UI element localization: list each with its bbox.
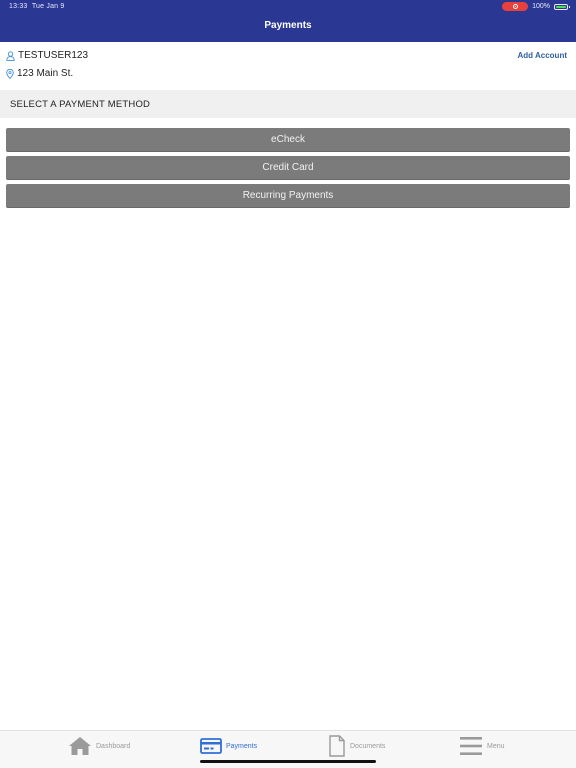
app-header: 13:33 Tue Jan 9 100% Payments xyxy=(0,0,576,42)
home-icon xyxy=(69,737,91,755)
menu-icon xyxy=(460,737,482,755)
section-title: SELECT A PAYMENT METHOD xyxy=(10,99,151,110)
tab-documents-label: Documents xyxy=(350,742,386,750)
account-user-row: TESTUSER123 xyxy=(6,50,88,61)
battery-icon xyxy=(554,3,570,10)
page-title: Payments xyxy=(264,20,312,31)
account-address: 123 Main St. xyxy=(17,68,74,79)
tab-payments-label: Payments xyxy=(226,742,258,750)
card-icon xyxy=(200,738,222,754)
payments-screen: 13:33 Tue Jan 9 100% Payments TESTUSER12… xyxy=(0,0,576,768)
recurring-payments-button[interactable]: Recurring Payments xyxy=(6,184,570,208)
add-account-link[interactable]: Add Account xyxy=(518,51,567,60)
payment-method-list: eCheck Credit Card Recurring Payments xyxy=(6,128,570,212)
home-indicator[interactable] xyxy=(200,760,376,763)
credit-card-button[interactable]: Credit Card xyxy=(6,156,570,180)
tab-dashboard[interactable]: Dashboard xyxy=(68,731,130,761)
status-bar-right: 100% xyxy=(502,2,570,11)
status-date: Tue Jan 9 xyxy=(31,3,65,10)
document-icon xyxy=(329,735,345,757)
location-pin-icon xyxy=(6,68,14,79)
payment-method-section-header: SELECT A PAYMENT METHOD xyxy=(0,90,576,118)
tab-dashboard-label: Dashboard xyxy=(96,742,131,750)
tab-payments[interactable]: Payments xyxy=(200,731,257,761)
account-address-row: 123 Main St. xyxy=(6,68,73,79)
account-info: TESTUSER123 123 Main St. Add Account xyxy=(0,42,576,90)
user-icon xyxy=(6,50,15,61)
account-username: TESTUSER123 xyxy=(18,50,89,61)
tab-menu-label: Menu xyxy=(487,742,505,750)
tab-menu[interactable]: Menu xyxy=(459,731,505,761)
status-bar-time: 13:33 Tue Jan 9 xyxy=(9,3,65,10)
battery-percent: 100% xyxy=(532,3,550,10)
tab-documents[interactable]: Documents xyxy=(328,731,385,761)
status-time: 13:33 xyxy=(9,3,28,10)
screen-record-icon[interactable] xyxy=(502,2,529,11)
echeck-button[interactable]: eCheck xyxy=(6,128,570,152)
